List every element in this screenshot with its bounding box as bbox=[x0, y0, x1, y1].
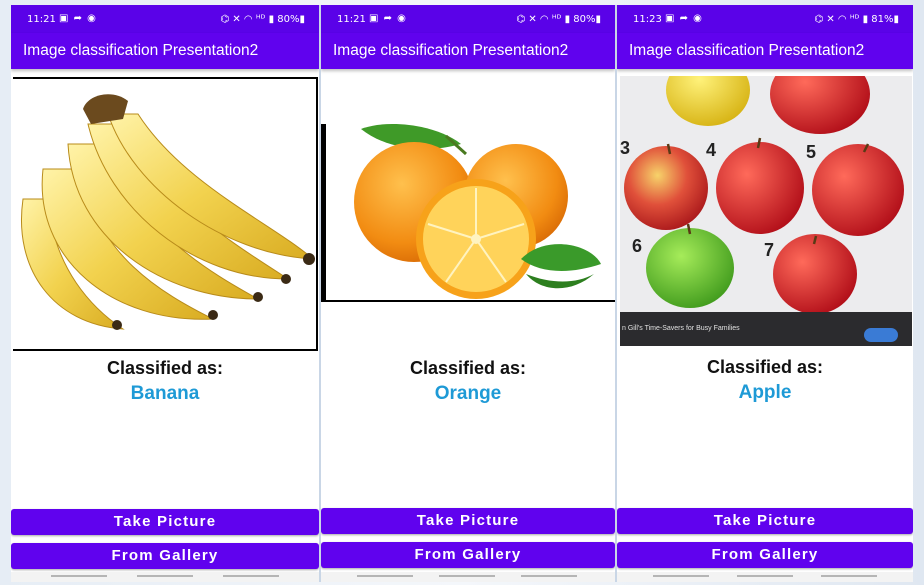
from-gallery-button[interactable]: From Gallery bbox=[321, 542, 615, 568]
classified-as-label: Classified as: bbox=[409, 358, 527, 378]
notification-icons: ▣ ➦ ◉ bbox=[59, 13, 97, 24]
gesture-nav-bar bbox=[11, 572, 319, 582]
take-picture-button[interactable]: Take Picture bbox=[11, 509, 319, 535]
apple-number-5: 5 bbox=[806, 142, 816, 162]
oranges-image bbox=[321, 124, 615, 302]
phone-screen-banana: 11:21 ▣ ➦ ◉ ⌬ ✕ ◠ ᴴᴰ ▮ 80%▮ Image classi… bbox=[11, 5, 319, 582]
apple-number-3: 3 bbox=[620, 138, 630, 158]
from-gallery-button[interactable]: From Gallery bbox=[11, 543, 319, 569]
system-status-icons: ⌬ ✕ ◠ ᴴᴰ ▮ 80%▮ bbox=[516, 14, 601, 25]
classified-as-label: Classified as: bbox=[106, 358, 224, 378]
app-bar: Image classification Presentation2 bbox=[617, 33, 913, 69]
classified-as-label: Classified as: bbox=[706, 357, 824, 377]
status-time: 11:21 bbox=[27, 14, 56, 25]
app-title: Image classification Presentation2 bbox=[333, 42, 569, 59]
take-picture-button[interactable]: Take Picture bbox=[617, 508, 913, 534]
gesture-nav-bar bbox=[617, 572, 913, 582]
apple-number-4: 4 bbox=[706, 140, 716, 160]
classification-result: Banana bbox=[130, 383, 200, 404]
app-title: Image classification Presentation2 bbox=[629, 42, 865, 59]
status-bar: 11:21 ▣ ➦ ◉ ⌬ ✕ ◠ ᴴᴰ ▮ 80%▮ bbox=[11, 5, 319, 33]
apple-number-6: 6 bbox=[632, 236, 642, 256]
status-time: 11:21 bbox=[337, 14, 366, 25]
status-time: 11:23 bbox=[633, 14, 662, 25]
app-title: Image classification Presentation2 bbox=[23, 42, 259, 59]
from-gallery-button[interactable]: From Gallery bbox=[617, 542, 913, 568]
gesture-nav-bar bbox=[321, 572, 615, 582]
status-bar: 11:23 ▣ ➦ ◉ ⌬ ✕ ◠ ᴴᴰ ▮ 81%▮ bbox=[617, 5, 913, 33]
system-status-icons: ⌬ ✕ ◠ ᴴᴰ ▮ 80%▮ bbox=[220, 14, 305, 25]
system-status-icons: ⌬ ✕ ◠ ᴴᴰ ▮ 81%▮ bbox=[814, 14, 899, 25]
status-bar: 11:21 ▣ ➦ ◉ ⌬ ✕ ◠ ᴴᴰ ▮ 80%▮ bbox=[321, 5, 615, 33]
apple-number-7: 7 bbox=[764, 240, 774, 260]
notification-icons: ▣ ➦ ◉ bbox=[665, 13, 703, 24]
classification-result: Orange bbox=[434, 383, 502, 404]
phone-screen-orange: 11:21 ▣ ➦ ◉ ⌬ ✕ ◠ ᴴᴰ ▮ 80%▮ Image classi… bbox=[321, 5, 615, 582]
app-bar: Image classification Presentation2 bbox=[321, 33, 615, 69]
image-caption: n Gill's Time-Savers for Busy Families bbox=[622, 325, 740, 332]
classification-result: Apple bbox=[738, 382, 792, 403]
apples-on-screen-image: 3 4 5 6 7 n Gill's Time-Savers for Busy … bbox=[620, 76, 912, 346]
banana-bunch-image bbox=[13, 77, 318, 351]
notification-icons: ▣ ➦ ◉ bbox=[369, 13, 407, 24]
app-bar: Image classification Presentation2 bbox=[11, 33, 319, 69]
phone-screen-apple: 11:23 ▣ ➦ ◉ ⌬ ✕ ◠ ᴴᴰ ▮ 81%▮ Image classi… bbox=[617, 5, 913, 582]
take-picture-button[interactable]: Take Picture bbox=[321, 508, 615, 534]
